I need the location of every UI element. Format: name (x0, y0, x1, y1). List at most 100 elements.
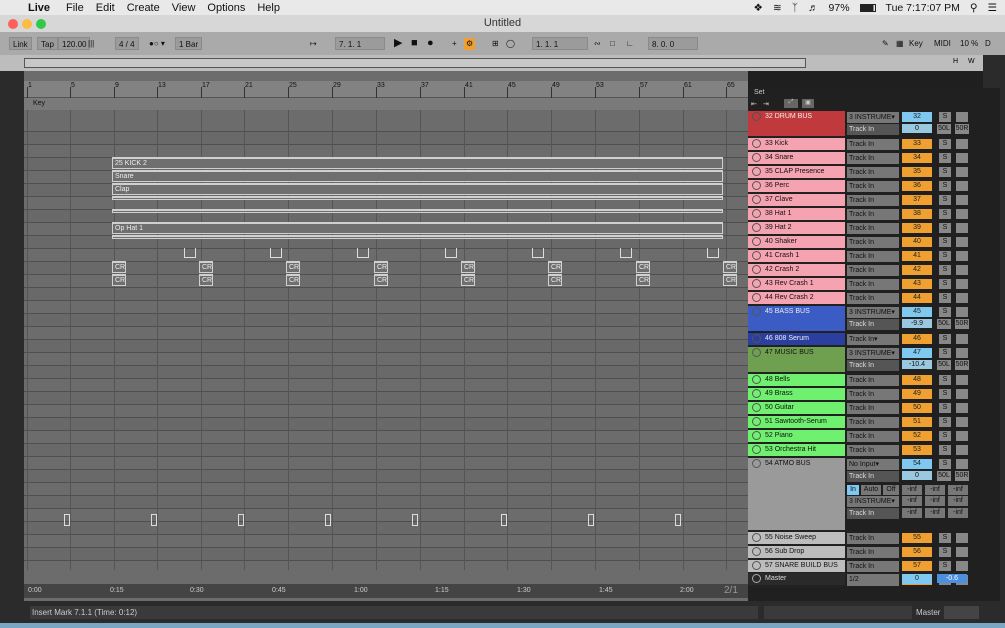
solo-button[interactable]: S (939, 265, 951, 275)
master-name[interactable]: Master (748, 573, 845, 586)
arm-button[interactable] (956, 445, 968, 455)
hat-clip[interactable] (270, 248, 282, 258)
arm-button[interactable] (956, 237, 968, 247)
arm-button[interactable] (956, 167, 968, 177)
track-fold-icon[interactable] (752, 153, 761, 162)
hat-clip[interactable] (357, 248, 369, 258)
dropbox-icon[interactable]: ❖ (753, 2, 762, 14)
volume-field[interactable]: 0 (902, 471, 932, 480)
solo-button[interactable]: S (939, 279, 951, 289)
track-fold-icon[interactable] (752, 237, 761, 246)
track-input-select[interactable]: Track In (847, 547, 899, 558)
riser-clip[interactable] (675, 514, 681, 526)
crash-clip[interactable]: CR (548, 274, 562, 286)
track-name[interactable]: 47 MUSIC BUS (748, 347, 845, 373)
track-name[interactable]: 40 Shaker (748, 236, 845, 249)
quantize-select[interactable]: 1 Bar (175, 37, 203, 50)
arm-button[interactable] (956, 561, 968, 571)
track-name[interactable]: 36 Perc (748, 180, 845, 193)
tap-button[interactable]: Tap (37, 37, 58, 50)
battery-icon[interactable] (859, 3, 876, 12)
solo-button[interactable]: S (939, 112, 951, 122)
track-name[interactable]: 49 Brass (748, 388, 845, 401)
overview-w-button[interactable]: W (968, 58, 975, 65)
track-name[interactable]: 39 Hat 2 (748, 222, 845, 235)
solo-button[interactable]: S (939, 533, 951, 543)
solo-button[interactable]: S (939, 389, 951, 399)
pan-right[interactable]: 50R (955, 124, 969, 134)
track-name[interactable]: 53 Orchestra Hit (748, 444, 845, 457)
arm-button[interactable] (956, 403, 968, 413)
solo-button[interactable]: S (939, 403, 951, 413)
punch-out-icon[interactable]: ∟ (626, 38, 634, 50)
track-input-select[interactable]: Track In (847, 431, 899, 442)
wifi-icon[interactable]: ≋ (773, 2, 782, 14)
track-input-select[interactable]: Track In (847, 403, 899, 414)
hat-clip[interactable] (184, 248, 196, 258)
solo-button[interactable]: S (939, 417, 951, 427)
pan-left[interactable]: 50L (937, 471, 951, 481)
track-name[interactable]: 44 Rev Crash 2 (748, 292, 845, 305)
track-name[interactable]: 41 Crash 1 (748, 250, 845, 263)
crash-clip[interactable]: CR (112, 274, 126, 286)
solo-button[interactable]: S (939, 348, 951, 358)
track-fold-icon[interactable] (752, 293, 761, 302)
track-fold-icon[interactable] (752, 375, 761, 384)
riser-clip[interactable] (501, 514, 507, 526)
signature-field[interactable]: 4 / 4 (115, 37, 139, 50)
loop-length-field[interactable]: 8. 0. 0 (648, 37, 698, 50)
volume-icon[interactable]: ♬ (808, 2, 819, 14)
track-fold-icon[interactable] (752, 561, 761, 570)
track-fold-icon[interactable] (752, 139, 761, 148)
solo-button[interactable]: S (939, 334, 951, 344)
stop-button[interactable]: ■ (411, 37, 418, 49)
loop-switch-icon[interactable]: ∾ (594, 38, 601, 50)
master-volume[interactable]: -0.6 (937, 574, 967, 583)
pan-right[interactable]: 50R (955, 360, 969, 370)
solo-button[interactable]: S (939, 561, 951, 571)
solo-button[interactable]: S (939, 293, 951, 303)
midi-clip[interactable]: Op Hat 1 (112, 222, 723, 234)
overview-h-button[interactable]: H (953, 58, 958, 65)
menu-edit[interactable]: Edit (96, 2, 115, 14)
hat-clip[interactable] (445, 248, 457, 258)
arm-button[interactable] (956, 139, 968, 149)
midi-clip[interactable] (112, 196, 723, 200)
solo-button[interactable]: S (939, 167, 951, 177)
track-fold-icon[interactable] (752, 167, 761, 176)
tempo-field[interactable]: 120.00 (58, 37, 91, 50)
hat-clip[interactable] (532, 248, 544, 258)
crash-clip[interactable]: CR (548, 261, 562, 273)
loop-record-icon[interactable]: ⊞ (492, 38, 499, 50)
track-input-select[interactable]: Track In (847, 237, 899, 248)
menu-options[interactable]: Options (207, 2, 245, 14)
crash-clip[interactable]: CR (374, 274, 388, 286)
riser-clip[interactable] (412, 514, 418, 526)
track-input-select[interactable]: Track In (847, 265, 899, 276)
crash-clip[interactable]: CR (461, 261, 475, 273)
track-input-select[interactable]: Track In (847, 533, 899, 544)
track-input-select[interactable]: Track In (847, 181, 899, 192)
crash-clip[interactable]: CR (461, 274, 475, 286)
crash-clip[interactable]: CR (723, 261, 737, 273)
solo-button[interactable]: S (939, 547, 951, 557)
track-name[interactable]: 48 Bells (748, 374, 845, 387)
menu-file[interactable]: File (66, 2, 84, 14)
track-name[interactable]: 38 Hat 1 (748, 208, 845, 221)
arm-button[interactable] (956, 307, 968, 317)
track-input-select[interactable]: Track In (847, 139, 899, 150)
track-name[interactable]: 33 Kick (748, 138, 845, 151)
track-fold-icon[interactable] (752, 459, 761, 468)
arm-button[interactable] (956, 279, 968, 289)
arm-button[interactable] (956, 459, 968, 469)
solo-button[interactable]: S (939, 237, 951, 247)
midi-clip[interactable] (112, 235, 723, 239)
midi-clip[interactable] (112, 209, 723, 213)
crash-clip[interactable]: CR (112, 261, 126, 273)
midi-clip[interactable]: Clap (112, 183, 723, 195)
pan-right[interactable]: 50R (955, 319, 969, 329)
track-input-select[interactable]: Track In (847, 223, 899, 234)
pan-left[interactable]: 50L (937, 319, 951, 329)
monitor-in-button[interactable]: In (847, 485, 859, 495)
track-input-select[interactable]: Track In (847, 209, 899, 220)
